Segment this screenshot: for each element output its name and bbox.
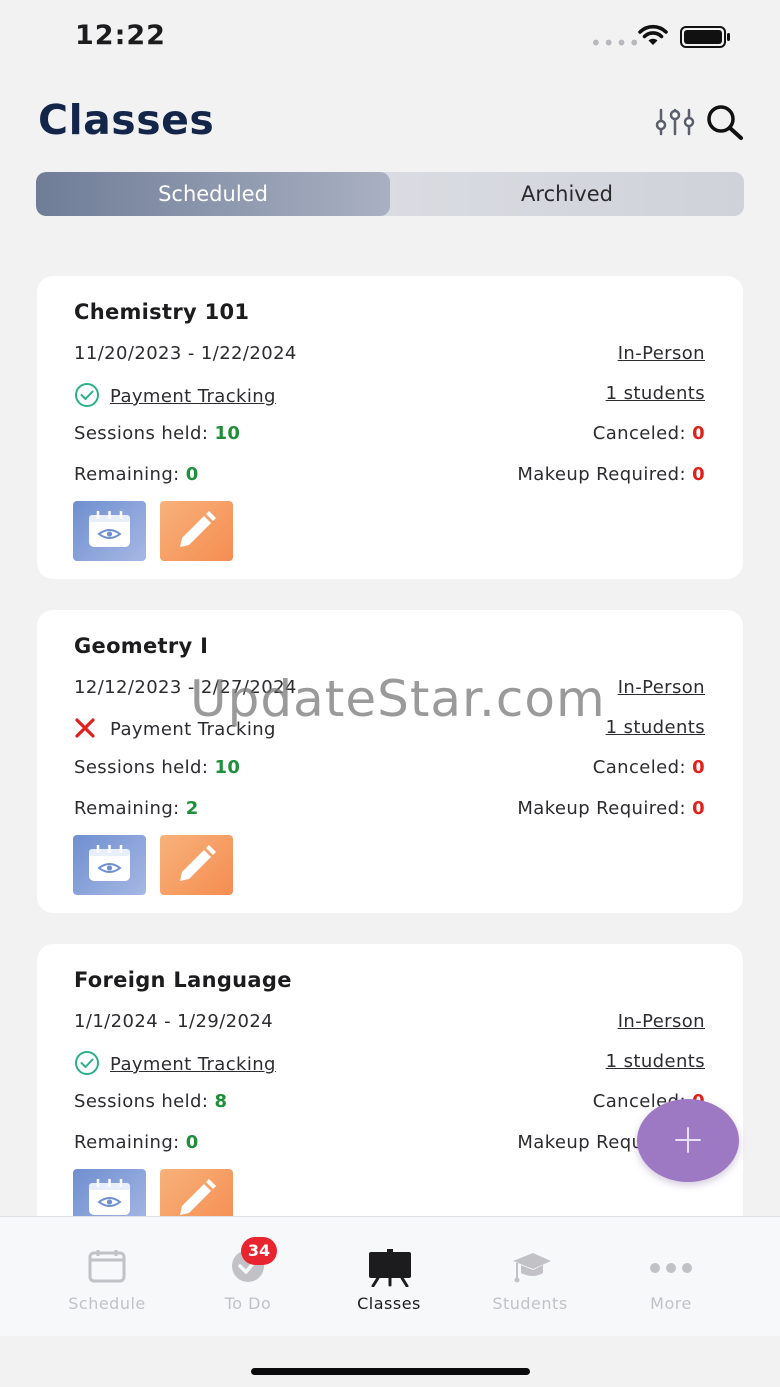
students-link[interactable]: 1 students — [606, 383, 705, 404]
sessions-label: Sessions held: — [74, 423, 209, 444]
tab-classes[interactable]: Classes — [319, 1217, 459, 1327]
status-time: 12:22 — [75, 20, 166, 51]
payment-tracking[interactable]: Payment Tracking — [74, 1051, 276, 1075]
students-link[interactable]: 1 students — [606, 1051, 705, 1072]
watermark: UpdateStar.com — [190, 670, 606, 728]
todo-badge: 34 — [241, 1237, 277, 1265]
sessions-label: Sessions held: — [74, 757, 209, 778]
class-dates: 1/1/2024 - 1/29/2024 — [74, 1011, 274, 1032]
remaining-label: Remaining: — [74, 1132, 180, 1153]
students-link[interactable]: 1 students — [606, 717, 705, 738]
remaining-label: Remaining: — [74, 798, 180, 819]
graduation-cap-icon — [513, 1253, 551, 1283]
class-card[interactable]: Chemistry 101 11/20/2023 - 1/22/2024 In-… — [37, 276, 743, 579]
class-card[interactable]: Geometry I 12/12/2023 - 2/27/2024 In-Per… — [37, 610, 743, 913]
tab-to-do[interactable]: To Do — [178, 1217, 318, 1327]
canceled-value: 0 — [692, 423, 705, 444]
sessions-value: 10 — [214, 423, 241, 444]
tab-label: Students — [492, 1294, 568, 1313]
makeup-value: 0 — [692, 798, 705, 819]
tab-archived[interactable]: Archived — [390, 172, 744, 216]
sessions-value: 8 — [214, 1091, 228, 1112]
wifi-icon — [638, 24, 668, 45]
tab-label: Schedule — [68, 1294, 146, 1313]
class-mode-link[interactable]: In-Person — [618, 677, 705, 698]
filter-button[interactable] — [653, 104, 697, 140]
tab-label: More — [650, 1294, 692, 1313]
add-class-button[interactable] — [637, 1099, 739, 1182]
status-bar: 12:22 •••• — [0, 0, 780, 72]
sessions-label: Sessions held: — [74, 1091, 209, 1112]
tab-more[interactable]: More — [601, 1217, 741, 1327]
canceled-label: Canceled: — [592, 757, 686, 778]
more-dots-icon — [650, 1263, 692, 1273]
segmented-control: Scheduled Archived — [36, 172, 744, 216]
class-name: Chemistry 101 — [74, 300, 250, 324]
tab-scheduled[interactable]: Scheduled — [36, 172, 390, 216]
chalkboard-icon — [369, 1249, 411, 1287]
plus-icon — [675, 1127, 701, 1153]
calendar-icon — [88, 1250, 126, 1283]
search-icon — [707, 105, 743, 140]
signal-dots: •••• — [590, 31, 642, 55]
sliders-icon — [655, 108, 695, 136]
tab-bar: Schedule To Do Classes Students More — [0, 1216, 780, 1336]
class-mode-link[interactable]: In-Person — [618, 1011, 705, 1032]
view-calendar-button[interactable] — [73, 835, 146, 895]
check-circle-icon — [75, 383, 99, 407]
makeup-label: Makeup Required: — [517, 798, 686, 819]
tab-students[interactable]: Students — [460, 1217, 600, 1327]
search-button[interactable] — [705, 104, 745, 140]
canceled-label: Canceled: — [592, 423, 686, 444]
home-indicator[interactable] — [251, 1368, 530, 1375]
view-calendar-button[interactable] — [73, 501, 146, 561]
page-title: Classes — [38, 96, 215, 144]
makeup-label: Makeup Required: — [517, 464, 686, 485]
canceled-value: 0 — [692, 757, 705, 778]
tab-label: To Do — [224, 1294, 272, 1313]
pencil-icon — [180, 511, 216, 547]
tab-label: Classes — [357, 1294, 421, 1313]
class-name: Geometry I — [74, 634, 209, 658]
close-icon — [75, 718, 95, 738]
makeup-value: 0 — [692, 464, 705, 485]
edit-button[interactable] — [160, 501, 233, 561]
class-mode-link[interactable]: In-Person — [618, 343, 705, 364]
calendar-eye-icon — [89, 511, 130, 547]
class-name: Foreign Language — [74, 968, 292, 992]
pencil-icon — [180, 845, 216, 881]
remaining-value: 0 — [185, 464, 199, 485]
remaining-value: 2 — [185, 798, 199, 819]
tab-schedule[interactable]: Schedule — [37, 1217, 177, 1327]
sessions-value: 10 — [214, 757, 241, 778]
payment-tracking-link[interactable]: Payment Tracking — [110, 386, 276, 407]
remaining-label: Remaining: — [74, 464, 180, 485]
calendar-eye-icon — [89, 845, 130, 881]
battery-icon — [680, 26, 730, 48]
check-circle-icon — [75, 1051, 99, 1075]
remaining-value: 0 — [185, 1132, 199, 1153]
edit-button[interactable] — [160, 835, 233, 895]
payment-tracking-link[interactable]: Payment Tracking — [110, 1054, 276, 1075]
class-card[interactable]: Foreign Language 1/1/2024 - 1/29/2024 In… — [37, 944, 743, 1247]
class-dates: 11/20/2023 - 1/22/2024 — [74, 343, 297, 364]
payment-tracking[interactable]: Payment Tracking — [74, 383, 276, 407]
